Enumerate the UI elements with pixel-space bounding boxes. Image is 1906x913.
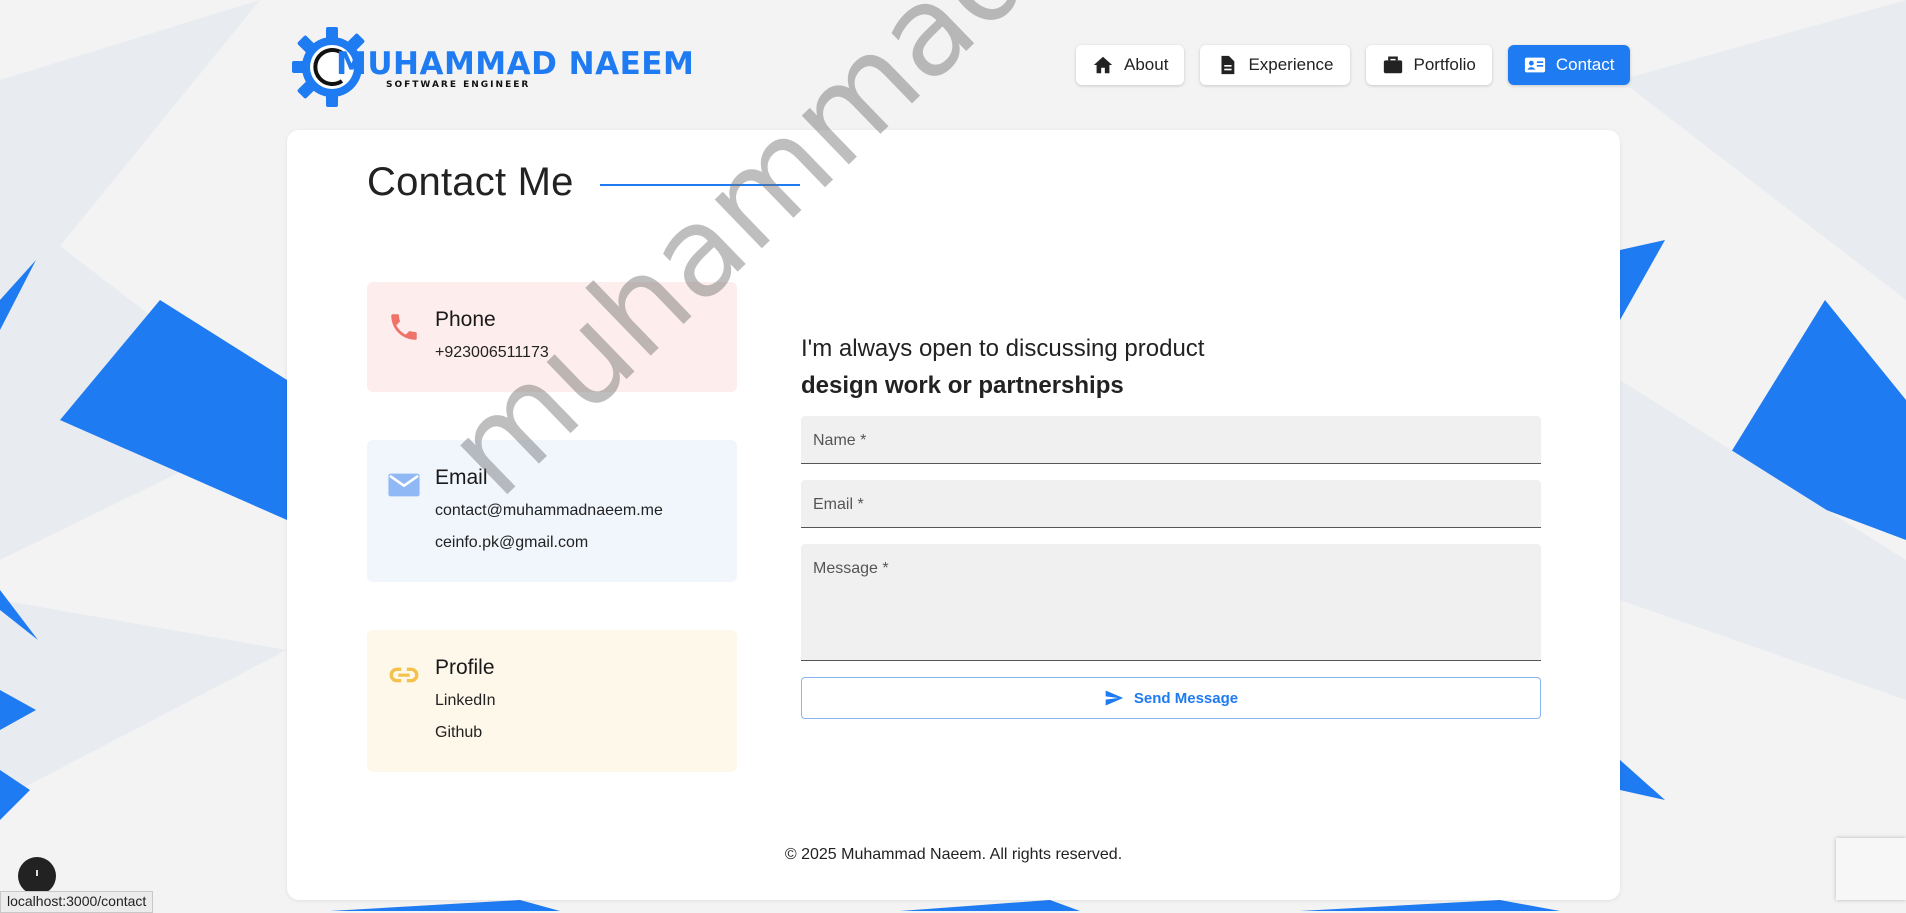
linkedin-link[interactable]: LinkedIn [435, 692, 717, 710]
send-icon [1105, 690, 1124, 706]
github-link[interactable]: Github [435, 724, 717, 742]
phone-number[interactable]: +923006511173 [435, 344, 717, 362]
captcha-badge[interactable] [1836, 838, 1906, 900]
page-title: Contact Me [367, 160, 574, 204]
nav-contact-button[interactable]: Contact [1507, 45, 1631, 85]
nav-contact-label: Contact [1555, 55, 1615, 74]
send-message-label: Send Message [1133, 689, 1239, 707]
mail-icon [388, 473, 420, 497]
briefcase-icon [1383, 56, 1402, 74]
title-underline [599, 183, 800, 186]
tagline-line2: design work or partnerships [801, 372, 1124, 399]
message-field[interactable]: Message * [801, 544, 1541, 661]
tagline-line1: I'm always open to discussing product [801, 335, 1205, 362]
link-icon [389, 667, 419, 683]
email-field[interactable]: Email * [801, 480, 1541, 528]
nav-experience-button[interactable]: Experience [1200, 45, 1350, 85]
phone-heading: Phone [435, 308, 496, 331]
form-tagline: I'm always open to discussing product de… [801, 330, 1541, 404]
phone-icon [391, 314, 417, 340]
contact-card-icon [1524, 57, 1545, 73]
phone-card: Phone +923006511173 [367, 282, 737, 392]
logo-text: MUHAMMAD NAEEM SOFTWARE ENGINEER [336, 46, 694, 90]
nav-experience-label: Experience [1248, 55, 1334, 74]
main-nav: About Experience Portfolio Contact [1076, 45, 1631, 85]
logo-name: MUHAMMAD NAEEM [336, 46, 695, 82]
name-field[interactable]: Name * [801, 416, 1541, 464]
contact-card: Contact Me Phone +923006511173 Email con… [287, 130, 1620, 900]
profile-heading: Profile [435, 656, 495, 679]
send-message-button[interactable]: Send Message [801, 677, 1541, 719]
nav-portfolio-label: Portfolio [1413, 55, 1476, 74]
email-field-label: Email * [813, 496, 864, 513]
logo[interactable]: MUHAMMAD NAEEM SOFTWARE ENGINEER [290, 26, 694, 108]
floating-indicator-icon[interactable] [18, 857, 56, 895]
nav-portfolio-button[interactable]: Portfolio [1365, 45, 1492, 85]
email-address-secondary[interactable]: ceinfo.pk@gmail.com [435, 534, 717, 552]
name-field-label: Name * [813, 432, 867, 449]
footer-copyright: © 2025 Muhammad Naeem. All rights reserv… [784, 846, 1123, 863]
title-row: Contact Me [367, 160, 800, 205]
email-address-primary[interactable]: contact@muhammadnaeem.me [435, 502, 717, 520]
contact-form: I'm always open to discussing product de… [801, 330, 1541, 719]
document-icon [1221, 55, 1235, 75]
site-header: MUHAMMAD NAEEM SOFTWARE ENGINEER About E… [0, 0, 1906, 130]
nav-about-button[interactable]: About [1076, 45, 1185, 85]
nav-about-label: About [1124, 55, 1169, 74]
email-card: Email contact@muhammadnaeem.me ceinfo.pk… [367, 440, 737, 582]
email-heading: Email [435, 466, 488, 489]
browser-status-bar: localhost:3000/contact [0, 891, 154, 913]
message-field-label: Message * [813, 560, 889, 577]
profile-card: Profile LinkedIn Github [367, 630, 737, 772]
home-icon [1093, 56, 1113, 74]
